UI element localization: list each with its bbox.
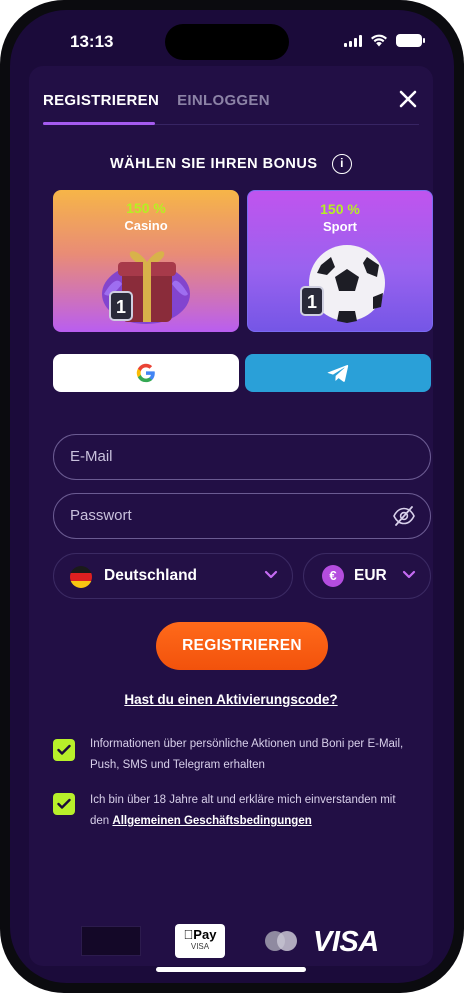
email-field[interactable] [53, 434, 431, 480]
bonus-card-sport[interactable]: 150 % Sport 1 [247, 190, 433, 332]
svg-text:1: 1 [116, 297, 126, 317]
currency-select[interactable]: € EUR [303, 553, 431, 599]
bonus-percent: 150 % [320, 201, 360, 217]
dynamic-island [165, 24, 289, 60]
password-field[interactable] [53, 493, 431, 539]
phone-frame: 13:13 REGISTRIEREN EINLOGGEN WÄHLEN SIE … [0, 0, 464, 993]
home-indicator [156, 967, 306, 972]
telegram-icon [327, 365, 349, 382]
bonus-title-text: WÄHLEN SIE IHREN BONUS [109, 155, 318, 172]
svg-text:1: 1 [307, 292, 317, 312]
info-icon[interactable]: i [332, 154, 353, 174]
marketing-consent-checkbox[interactable] [53, 739, 75, 761]
apple-pay-label: Pay [184, 927, 217, 942]
germany-flag-icon [70, 566, 92, 588]
checkmark-icon [57, 798, 71, 809]
status-time: 13:13 [70, 32, 114, 51]
bonus-name: Casino [124, 218, 168, 233]
active-tab-indicator [43, 122, 155, 125]
activation-code-link[interactable]: Hast du einen Aktivierungscode? [29, 692, 433, 707]
chevron-down-icon [402, 570, 416, 579]
chevron-down-icon [264, 570, 278, 579]
visa-logo: VISA [313, 926, 379, 958]
wifi-icon [371, 34, 387, 47]
email-input[interactable] [70, 435, 370, 478]
terms-link[interactable]: Allgemeinen Geschäftsbedingungen [112, 815, 311, 827]
google-signin-button[interactable] [53, 354, 239, 392]
eye-slash-icon[interactable] [392, 505, 416, 527]
terms-consent-checkbox[interactable] [53, 793, 75, 815]
mastercard-logo [265, 931, 297, 951]
google-icon [136, 363, 155, 383]
tab-login[interactable]: EINLOGGEN [177, 92, 270, 109]
bonus-name: Sport [323, 219, 357, 234]
apple-pay-visa-label: VISA [190, 942, 210, 951]
registration-modal: REGISTRIEREN EINLOGGEN WÄHLEN SIE IHREN … [29, 66, 433, 966]
marketing-consent-text: Informationen über persönliche Aktionen … [90, 738, 404, 771]
screen: 13:13 REGISTRIEREN EINLOGGEN WÄHLEN SIE … [10, 10, 454, 983]
bonus-card-casino[interactable]: 150 % Casino 1 [53, 190, 239, 332]
gift-box-icon: 1 [102, 251, 190, 324]
country-value: Deutschland [104, 567, 198, 584]
bonus-section-title: WÄHLEN SIE IHREN BONUS i [29, 154, 433, 174]
apple-pay-logo: Pay VISA [175, 924, 225, 958]
cellular-signal-icon [344, 34, 362, 47]
euro-icon: € [322, 565, 344, 587]
soccer-ball-icon: 1 [300, 245, 385, 323]
auth-tabs: REGISTRIEREN EINLOGGEN [43, 92, 270, 109]
partner-logo [81, 926, 141, 956]
status-icons [344, 34, 425, 47]
terms-consent-text: Ich bin über 18 Jahre alt und erkläre mi… [90, 790, 415, 832]
status-bar: 13:13 [10, 10, 454, 70]
checkmark-icon [57, 744, 71, 755]
password-input[interactable] [70, 494, 370, 537]
tab-register[interactable]: REGISTRIEREN [43, 92, 159, 109]
battery-icon [396, 34, 425, 47]
close-icon[interactable] [397, 88, 419, 110]
currency-value: EUR [354, 567, 387, 584]
payment-logos: Pay VISA VISA [29, 924, 433, 960]
telegram-signin-button[interactable] [245, 354, 431, 392]
bonus-percent: 150 % [126, 200, 166, 216]
country-select[interactable]: Deutschland [53, 553, 293, 599]
register-submit-button[interactable]: REGISTRIEREN [156, 622, 328, 670]
